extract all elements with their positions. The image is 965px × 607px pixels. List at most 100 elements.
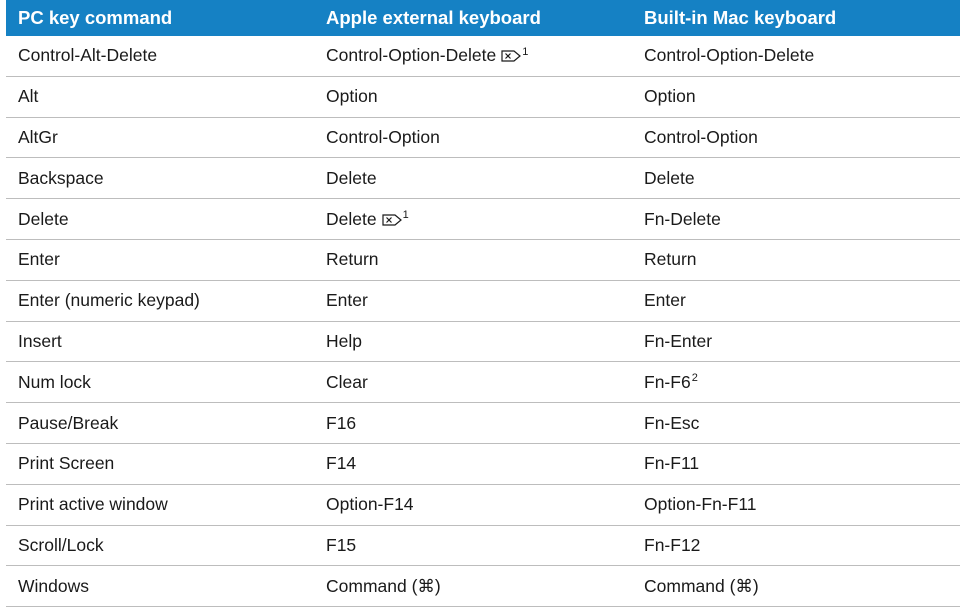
- built-in-mac-key-cell: Option-Fn-F11: [632, 484, 960, 526]
- built-in-mac-key-cell: Control-Option: [632, 117, 960, 159]
- table-row: Print active window Option-F14 Option-Fn-F…: [6, 484, 960, 526]
- apple-external-key-text: F14: [326, 453, 357, 474]
- apple-external-key-cell: Option: [314, 76, 632, 118]
- table-row: Print Screen F14 Fn-F11: [6, 443, 960, 485]
- pc-key-text: Enter: [18, 249, 60, 270]
- apple-external-key-text: Return: [326, 249, 379, 270]
- table-row: Scroll/Lock F15 Fn-F12: [6, 525, 960, 567]
- pc-key-text: Backspace: [18, 167, 104, 188]
- header-apple-external-keyboard: Apple external keyboard: [314, 0, 632, 36]
- pc-key-text: Windows: [18, 575, 89, 596]
- apple-external-key-cell: F14: [314, 443, 632, 485]
- apple-external-key-text: F15: [326, 534, 357, 555]
- apple-external-key-text: Delete: [326, 167, 377, 188]
- pc-key-text: Control-Alt-Delete: [18, 45, 158, 66]
- apple-external-key-text: Help: [326, 330, 362, 351]
- pc-key-cell: Enter (numeric keypad): [6, 280, 314, 322]
- pc-key-text: Print active window: [18, 494, 168, 515]
- built-in-mac-key-cell: Control-Option-Delete: [632, 36, 960, 77]
- built-in-mac-key-text: Fn-F11: [644, 453, 700, 474]
- built-in-mac-key-text: Delete: [644, 167, 695, 188]
- apple-external-key-cell: Delete 1: [314, 198, 632, 240]
- apple-external-key-cell: Command (⌘): [314, 565, 632, 607]
- built-in-mac-key-cell: Enter: [632, 280, 960, 322]
- apple-external-key-cell: Help: [314, 321, 632, 363]
- built-in-mac-key-cell: Fn-F12: [632, 525, 960, 567]
- apple-external-key-text: Option: [326, 86, 378, 107]
- built-in-mac-key-text: Option: [644, 86, 696, 107]
- pc-key-text: AltGr: [18, 126, 58, 147]
- pc-key-cell: Delete: [6, 198, 314, 240]
- built-in-mac-key-cell: Fn-F11: [632, 443, 960, 485]
- built-in-mac-key-text: Fn-F12: [644, 534, 701, 555]
- footnote-marker: 1: [522, 45, 529, 58]
- pc-key-cell: Backspace: [6, 157, 314, 200]
- pc-key-text: Insert: [18, 330, 62, 351]
- forward-delete-icon: [381, 213, 402, 226]
- built-in-mac-key-cell: Fn-F62: [632, 361, 960, 404]
- table-body: Control-Alt-Delete Control-Option-Delete 1…: [6, 36, 960, 607]
- apple-external-key-cell: Control-Option-Delete 1: [314, 36, 632, 77]
- apple-external-key-cell: F16: [314, 402, 632, 444]
- apple-external-key-text: Delete: [326, 208, 377, 229]
- key-mapping-table: PC key command Apple external keyboard B…: [6, 0, 960, 607]
- apple-external-key-cell: Clear: [314, 361, 632, 404]
- apple-external-key-cell: Enter: [314, 280, 632, 322]
- pc-key-text: Enter (numeric keypad): [18, 290, 200, 311]
- built-in-mac-key-cell: Option: [632, 76, 960, 118]
- built-in-mac-key-text: Fn-F6: [644, 371, 691, 392]
- built-in-mac-key-text: Fn-Delete: [644, 208, 721, 229]
- built-in-mac-key-cell: Fn-Delete: [632, 198, 960, 240]
- pc-key-text: Alt: [18, 86, 39, 107]
- built-in-mac-key-text: Control-Option: [644, 126, 758, 147]
- pc-key-cell: Num lock: [6, 361, 314, 404]
- pc-key-cell: Alt: [6, 76, 314, 118]
- apple-external-key-cell: Delete: [314, 157, 632, 200]
- apple-external-key-text: F16: [326, 412, 357, 433]
- table-row: Enter Return Return: [6, 239, 960, 281]
- table-row: Enter (numeric keypad) Enter Enter: [6, 280, 960, 322]
- apple-external-key-cell: Option-F14: [314, 484, 632, 526]
- apple-external-key-cell: F15: [314, 525, 632, 567]
- pc-key-cell: Insert: [6, 321, 314, 363]
- pc-key-cell: Print active window: [6, 484, 314, 526]
- pc-key-cell: Pause/Break: [6, 402, 314, 444]
- header-row: PC key command Apple external keyboard B…: [6, 0, 960, 36]
- pc-key-cell: Windows: [6, 565, 314, 607]
- footnote-marker: 1: [402, 208, 409, 221]
- pc-key-text: Delete: [18, 208, 69, 229]
- apple-external-key-text: Option-F14: [326, 494, 414, 515]
- apple-external-key-text: Control-Option-Delete: [326, 45, 497, 66]
- pc-key-cell: Enter: [6, 239, 314, 281]
- pc-key-cell: Print Screen: [6, 443, 314, 485]
- footnote-marker: 2: [691, 371, 698, 384]
- apple-external-key-text: Command (⌘): [326, 575, 441, 596]
- built-in-mac-key-text: Command (⌘): [644, 575, 759, 596]
- pc-key-text: Scroll/Lock: [18, 534, 104, 555]
- apple-external-key-cell: Control-Option: [314, 117, 632, 159]
- pc-key-text: Pause/Break: [18, 412, 119, 433]
- built-in-mac-key-text: Fn-Esc: [644, 412, 700, 433]
- pc-key-cell: Control-Alt-Delete: [6, 36, 314, 77]
- built-in-mac-key-text: Fn-Enter: [644, 330, 713, 351]
- table-row: Backspace Delete Delete: [6, 157, 960, 200]
- built-in-mac-key-text: Control-Option-Delete: [644, 45, 815, 66]
- pc-key-text: Num lock: [18, 371, 91, 392]
- built-in-mac-key-cell: Delete: [632, 157, 960, 200]
- header-pc-key-command: PC key command: [6, 0, 314, 36]
- built-in-mac-key-cell: Command (⌘): [632, 565, 960, 607]
- built-in-mac-key-text: Enter: [644, 290, 686, 311]
- apple-external-key-cell: Return: [314, 239, 632, 281]
- apple-external-key-text: Clear: [326, 371, 368, 392]
- table-row: Delete Delete 1 Fn-Delete: [6, 198, 960, 240]
- table-row: Insert Help Fn-Enter: [6, 321, 960, 363]
- built-in-mac-key-cell: Fn-Esc: [632, 402, 960, 444]
- table-row: Num lock Clear Fn-F62: [6, 361, 960, 404]
- table-row: Windows Command (⌘) Command (⌘): [6, 565, 960, 607]
- built-in-mac-key-text: Option-Fn-F11: [644, 494, 757, 515]
- built-in-mac-key-text: Return: [644, 249, 697, 270]
- built-in-mac-key-cell: Return: [632, 239, 960, 281]
- apple-external-key-text: Control-Option: [326, 126, 440, 147]
- table-row: Pause/Break F16 Fn-Esc: [6, 402, 960, 444]
- forward-delete-icon: [501, 50, 522, 62]
